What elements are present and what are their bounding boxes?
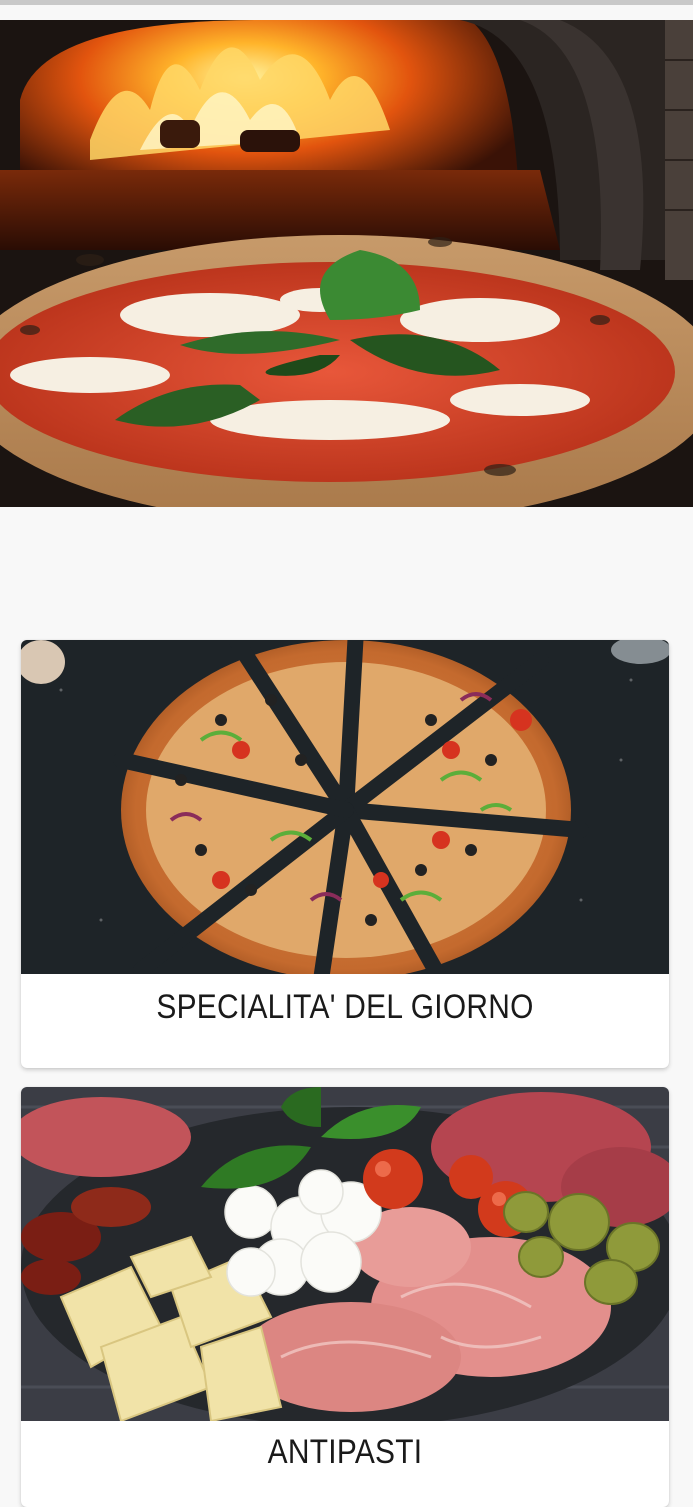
category-title: ANTIPASTI — [267, 1433, 423, 1471]
antipasto-platter-image — [21, 1087, 669, 1421]
top-status-strip — [0, 0, 693, 5]
sliced-pizza-image — [21, 640, 669, 974]
hero-banner-image — [0, 20, 693, 507]
category-card-antipasti[interactable]: ANTIPASTI — [21, 1087, 669, 1507]
category-card-specialita[interactable]: SPECIALITA' DEL GIORNO — [21, 640, 669, 1068]
category-title: SPECIALITA' DEL GIORNO — [156, 988, 534, 1026]
